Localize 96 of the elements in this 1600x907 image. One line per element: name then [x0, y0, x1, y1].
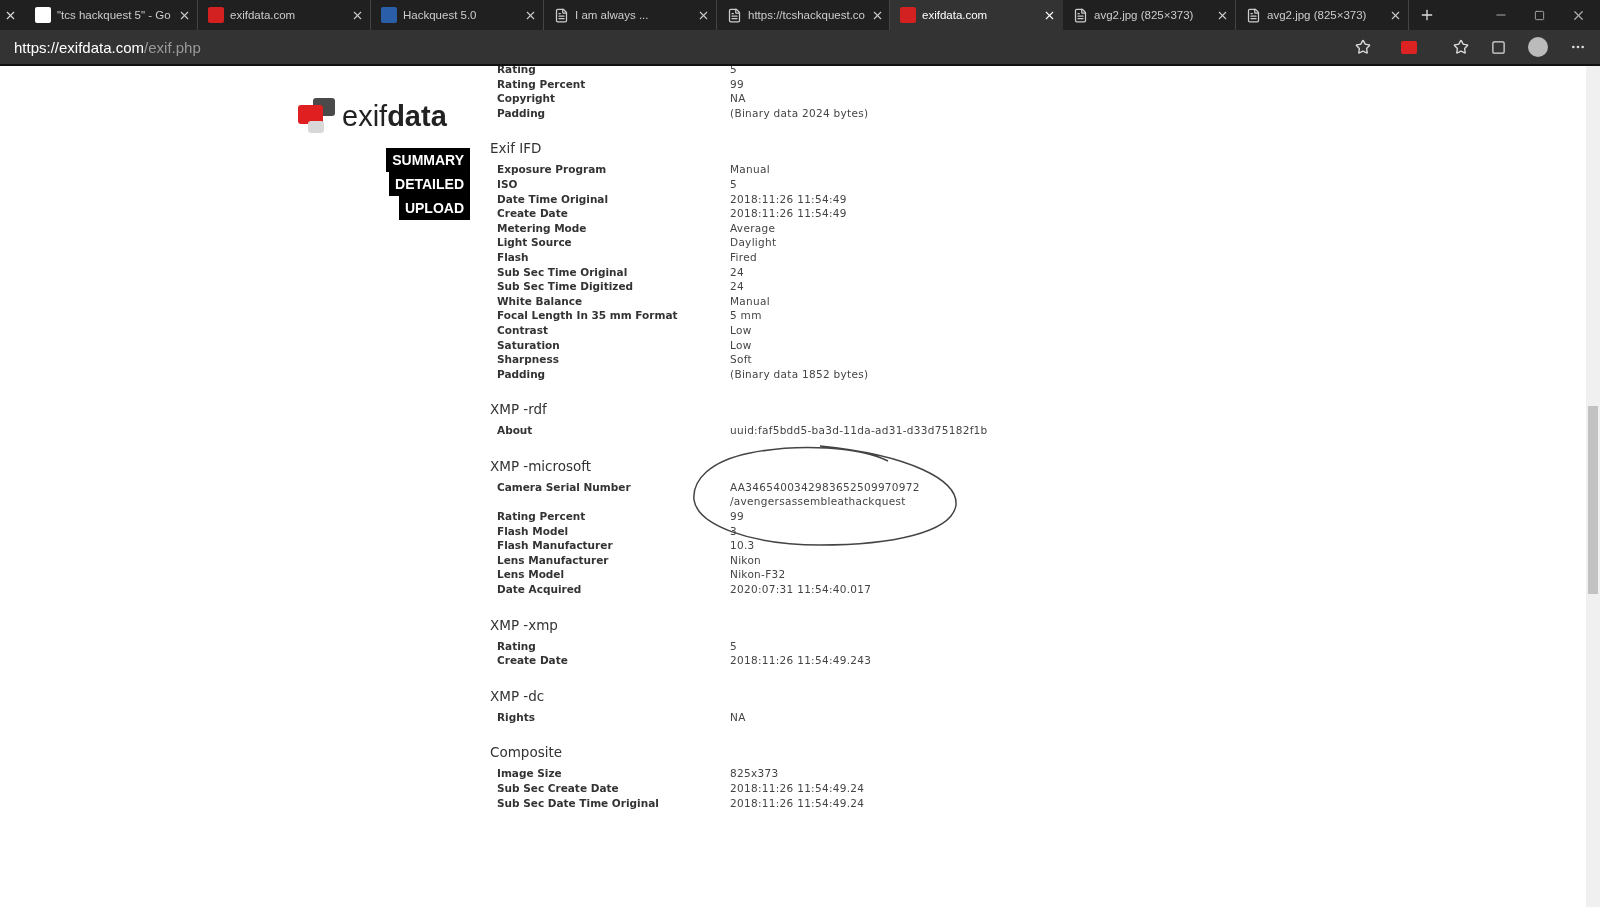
avatar-icon[interactable]: [1528, 37, 1548, 57]
section-heading: XMP -xmp: [490, 616, 559, 635]
field-value: NA: [730, 91, 747, 106]
browser-tab[interactable]: exifdata.com: [890, 0, 1063, 30]
field-label: Contrast: [497, 322, 549, 338]
page-icon: [554, 7, 569, 23]
field-value: 5: [730, 176, 738, 192]
field-label: Metering Mode: [497, 220, 588, 236]
field-value: NA: [730, 709, 747, 725]
field-value: 24: [730, 279, 745, 294]
logo-icon: [298, 98, 336, 134]
field-label: Sub Sec Create Date: [497, 781, 620, 796]
field-value: Manual: [730, 162, 771, 177]
section-heading: XMP -dc: [490, 687, 546, 706]
field-value: Average: [730, 220, 777, 236]
field-label: Create Date: [497, 206, 569, 221]
field-label: Padding: [497, 105, 547, 121]
page-icon: [727, 7, 742, 23]
section-heading: Composite: [490, 744, 564, 763]
field-value: 10.3: [730, 538, 756, 553]
field-value: 99: [730, 76, 745, 92]
favorites-icon[interactable]: [1453, 39, 1469, 55]
field-value: 24: [730, 264, 745, 280]
field-label: Flash Model: [497, 523, 570, 539]
section-heading: XMP -microsoft: [490, 457, 593, 476]
section-heading: Exif IFD: [490, 140, 543, 159]
field-label: Sub Sec Time Original: [497, 264, 629, 280]
field-value: Low: [730, 337, 753, 353]
nav-link[interactable]: UPLOAD: [398, 196, 470, 220]
field-value: 2018:11:26 11:54:49: [730, 206, 848, 221]
field-label: Rights: [497, 709, 536, 725]
field-label: Create Date: [497, 653, 569, 668]
scrollbar[interactable]: [1586, 66, 1600, 907]
logo-text: exifdata: [342, 99, 447, 133]
field-value: 5: [730, 66, 738, 77]
field-label: ISO: [497, 176, 519, 192]
field-value: 825x373: [730, 766, 780, 781]
field-value: 3: [730, 523, 738, 539]
field-label: Padding: [497, 366, 547, 382]
field-value: (Binary data 1852 bytes): [730, 366, 870, 382]
maximize-icon[interactable]: [1534, 9, 1545, 21]
field-value: 99: [730, 509, 745, 524]
field-value: Daylight: [730, 235, 778, 250]
field-label: Saturation: [497, 337, 561, 353]
field-label: Exposure Program: [497, 162, 608, 177]
field-value: Manual: [730, 293, 771, 309]
new-tab-icon[interactable]: [1419, 7, 1435, 23]
url-field[interactable]: https://exifdata.com/exif.php: [14, 38, 1355, 56]
field-value: 2018:11:26 11:54:49.24: [730, 795, 866, 811]
field-label: White Balance: [497, 293, 584, 309]
close-icon[interactable]: [4, 9, 17, 22]
field-label: Image Size: [497, 766, 563, 781]
field-label: Flash: [497, 249, 530, 265]
field-label: Focal Length In 35 mm Format: [497, 308, 679, 323]
field-value: 5 mm: [730, 308, 763, 323]
page-icon: [1073, 7, 1088, 23]
section-heading: XMP -rdf: [490, 401, 548, 420]
field-value: (Binary data 2024 bytes): [730, 105, 870, 121]
field-value: 2018:11:26 11:54:49: [730, 191, 848, 207]
field-label: Camera Serial Number: [497, 479, 632, 495]
extension-icon[interactable]: [1401, 40, 1417, 54]
site-icon: [35, 7, 51, 23]
field-label: Sub Sec Time Digitized: [497, 279, 635, 294]
nav-link[interactable]: DETAILED: [389, 172, 470, 196]
field-value: 5: [730, 638, 738, 654]
field-label: About: [497, 423, 534, 438]
site-icon: [381, 7, 397, 23]
site-icon: [208, 7, 224, 23]
site-icon: [900, 7, 916, 23]
field-value: uuid:faf5bdd5-ba3d-11da-ad31-d33d75182f1b: [730, 423, 989, 438]
field-value: Fired: [730, 249, 758, 265]
star-icon[interactable]: [1355, 39, 1371, 55]
field-label: Flash Manufacturer: [497, 538, 614, 553]
field-label: Light Source: [497, 235, 573, 250]
field-label: Sub Sec Date Time Original: [497, 795, 660, 811]
field-label: Copyright: [497, 91, 557, 106]
field-value: Low: [730, 322, 753, 338]
field-value: 2020:07:31 11:54:40.017: [730, 582, 873, 597]
field-label: Date Time Original: [497, 191, 610, 207]
nav-link[interactable]: SUMMARY: [386, 148, 470, 172]
field-value: Soft: [730, 352, 753, 367]
field-label: Lens Manufacturer: [497, 552, 610, 568]
field-value: Nikon-F32: [730, 567, 787, 583]
field-value: AA3465400342983652509970972 /avengersassembleathackquest: [730, 479, 921, 510]
field-label: Date Acquired: [497, 582, 583, 597]
field-label: Sharpness: [497, 352, 560, 367]
page-icon: [1246, 7, 1261, 23]
collections-icon[interactable]: [1491, 39, 1506, 55]
field-label: Rating: [497, 638, 537, 654]
field-value: 2018:11:26 11:54:49.243: [730, 653, 873, 668]
field-label: Lens Model: [497, 567, 566, 583]
field-value: 2018:11:26 11:54:49.24: [730, 781, 866, 796]
field-label: Rating Percent: [497, 76, 587, 92]
field-label: Rating Percent: [497, 509, 587, 524]
scrollbar-thumb[interactable]: [1588, 406, 1598, 594]
field-value: Nikon: [730, 552, 763, 568]
